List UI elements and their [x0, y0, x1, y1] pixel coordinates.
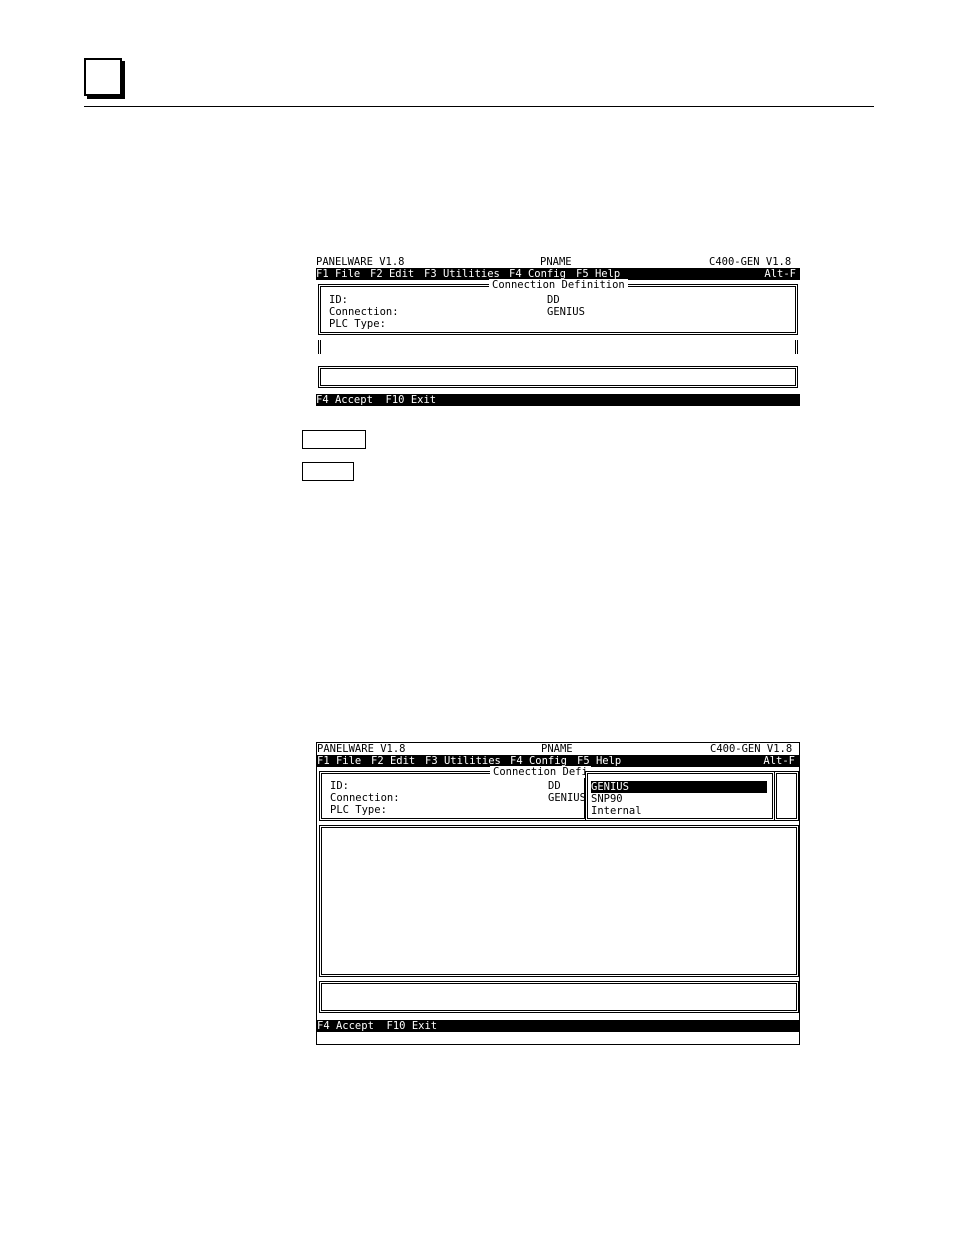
connection-dropdown[interactable]: GENIUS SNP90 Internal [585, 771, 775, 821]
terminal-screen-1: PANELWARE V1.8 PNAME C400-GEN V1.8 F1 Fi… [316, 256, 800, 418]
dropdown-option-genius[interactable]: GENIUS [591, 781, 767, 793]
connection-label: Connection: [330, 792, 400, 804]
app-title: PANELWARE V1.8 [317, 743, 406, 755]
status-bar: F4 Accept F10 Exit [317, 1020, 799, 1032]
title-bar: PANELWARE V1.8 PNAME C400-GEN V1.8 [317, 743, 799, 755]
dialog-title: Connection Defi [490, 766, 591, 778]
header-rule [84, 106, 874, 107]
id-label: ID: [330, 780, 349, 792]
menu-edit[interactable]: F2 Edit [371, 755, 415, 767]
connection-label: Connection: [329, 306, 399, 318]
menu-shortcut-hint: Alt-F [764, 268, 796, 280]
id-value[interactable]: DD [548, 780, 561, 792]
work-area-panel [319, 825, 799, 977]
connection-value[interactable]: GENIUS [548, 792, 586, 804]
left-frame-edge [318, 340, 321, 354]
right-frame-edge [795, 340, 798, 354]
status-keys[interactable]: F4 Accept F10 Exit [316, 394, 436, 406]
menu-shortcut-hint: Alt-F [763, 755, 795, 767]
target-version: C400-GEN V1.8 [710, 743, 793, 755]
plc-type-label: PLC Type: [330, 804, 387, 816]
project-name: PNAME [541, 743, 573, 755]
target-version: C400-GEN V1.8 [709, 256, 792, 268]
status-keys[interactable]: F4 Accept F10 Exit [317, 1020, 437, 1032]
terminal-screen-2: PANELWARE V1.8 PNAME C400-GEN V1.8 F1 Fi… [316, 742, 800, 1045]
status-bar: F4 Accept F10 Exit [316, 394, 800, 406]
id-value[interactable]: DD [547, 294, 560, 306]
menu-file[interactable]: F1 File [317, 755, 361, 767]
dropdown-scrollbar[interactable] [774, 771, 799, 821]
keycap-1 [302, 430, 366, 449]
menu-edit[interactable]: F2 Edit [370, 268, 414, 280]
menu-file[interactable]: F1 File [316, 268, 360, 280]
dialog-title: Connection Definition [489, 279, 628, 291]
connection-definition-dialog: Connection Defi ID: DD Connection: GENIU… [319, 766, 591, 821]
title-bar: PANELWARE V1.8 PNAME C400-GEN V1.8 [316, 256, 800, 268]
chapter-marker-box [84, 58, 122, 96]
connection-definition-dialog: Connection Definition ID: DD Connection:… [318, 279, 798, 335]
id-label: ID: [329, 294, 348, 306]
plc-type-label: PLC Type: [329, 318, 386, 330]
message-box [319, 981, 799, 1013]
dropdown-option-snp90[interactable]: SNP90 [591, 793, 623, 805]
message-box [318, 366, 798, 388]
project-name: PNAME [540, 256, 572, 268]
keycap-2 [302, 462, 354, 481]
dropdown-option-internal[interactable]: Internal [591, 805, 642, 817]
connection-value[interactable]: GENIUS [547, 306, 585, 318]
app-title: PANELWARE V1.8 [316, 256, 405, 268]
